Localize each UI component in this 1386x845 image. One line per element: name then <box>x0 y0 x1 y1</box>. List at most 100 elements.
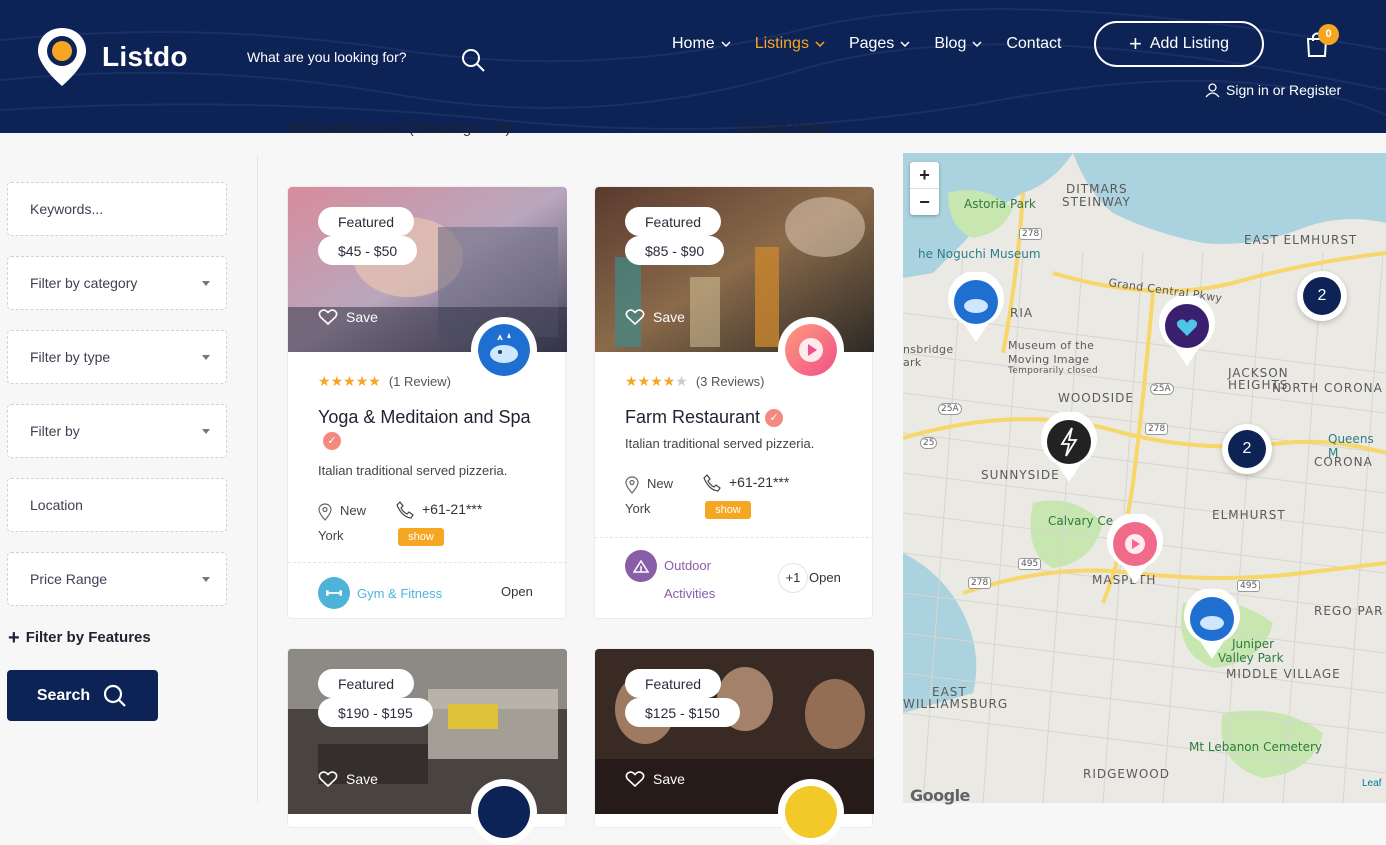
map-marker-lightning[interactable] <box>1039 412 1099 484</box>
highway-shield: 278 <box>1019 228 1043 240</box>
map-label: Museum of the <box>1008 339 1095 352</box>
whale-icon <box>478 324 530 376</box>
card-divider <box>595 537 874 538</box>
map-label: EAST ELMHURST <box>1244 233 1358 247</box>
review-count: (3 Reviews) <box>695 374 765 389</box>
heart-icon <box>318 771 338 788</box>
save-label: Save <box>346 771 378 787</box>
map-label: Calvary Ce <box>1048 514 1114 528</box>
listing-logo[interactable] <box>778 779 844 845</box>
save-label: Save <box>653 309 685 325</box>
price-badge: $85 - $90 <box>625 236 725 265</box>
filter-by-select[interactable]: Filter by <box>7 404 227 458</box>
map-pin-icon <box>318 502 332 521</box>
tent-icon <box>625 550 657 582</box>
save-label: Save <box>653 771 685 787</box>
map-label: Moving Image <box>1008 353 1090 366</box>
save-button[interactable]: Save <box>625 770 685 788</box>
type-select-label: Filter by type <box>30 349 111 365</box>
listing-phone: +61-21*** <box>703 474 789 492</box>
featured-badge: Featured <box>318 669 415 698</box>
dumbbell-icon <box>318 577 350 609</box>
map-label: STEINWAY <box>1062 195 1131 209</box>
category-select[interactable]: Filter by category <box>7 256 227 310</box>
map-label: CORONA <box>1314 455 1373 469</box>
map-label: he Noguchi Museum <box>918 247 1041 261</box>
map-label: RIA <box>1010 306 1034 320</box>
star-icon: ★ <box>637 373 651 389</box>
listing-category[interactable]: Gym & Fitness <box>318 577 442 609</box>
location-placeholder: Location <box>30 497 83 513</box>
featured-badge: Featured <box>625 207 722 236</box>
keywords-input[interactable]: Keywords... <box>7 182 227 236</box>
filter-by-label: Filter by <box>30 423 80 439</box>
sidebar-divider <box>257 155 258 803</box>
map-label: WOODSIDE <box>1058 391 1134 405</box>
listing-logo[interactable] <box>471 779 537 845</box>
price-badge: $45 - $50 <box>318 236 418 265</box>
card-divider <box>288 562 567 563</box>
map-marker-whale[interactable] <box>946 272 1006 344</box>
search-button[interactable]: Search <box>7 670 158 721</box>
listing-location: New York <box>625 471 695 521</box>
listing-title-text: Yoga & Meditaion and Spa <box>318 407 531 427</box>
save-button[interactable]: Save <box>625 308 685 326</box>
price-badge: $125 - $150 <box>625 698 740 727</box>
listing-phone: +61-21*** <box>396 501 482 519</box>
rating: ★ ★ ★ ★ ★ (1 Review) <box>318 373 451 390</box>
listing-logo[interactable] <box>471 317 537 383</box>
listing-card[interactable]: Featured $190 - $195 Save <box>287 648 567 845</box>
highway-shield: 278 <box>1145 423 1169 435</box>
map-marker-heart[interactable] <box>1157 296 1217 368</box>
show-phone-button[interactable]: show <box>705 501 751 519</box>
listing-card[interactable]: Featured $125 - $150 Save <box>594 648 874 845</box>
star-icon: ★ <box>318 373 331 389</box>
star-icon: ★ <box>650 373 663 389</box>
price-range-select[interactable]: Price Range <box>7 552 227 606</box>
phone-text: +61-21*** <box>729 474 790 490</box>
filter-features-toggle[interactable]: + Filter by Features <box>8 628 151 648</box>
leaflet-attribution[interactable]: Leaf <box>1362 778 1381 789</box>
phone-text: +61-21*** <box>422 501 483 517</box>
category-label: Gym & Fitness <box>357 585 443 601</box>
save-button[interactable]: Save <box>318 308 378 326</box>
map-label: Mt Lebanon Cemetery <box>1189 740 1323 754</box>
location-input[interactable]: Location <box>7 478 227 532</box>
map-marker-whale[interactable] <box>1182 589 1242 661</box>
caret-down-icon <box>202 355 210 360</box>
listing-card[interactable]: Featured $45 - $50 Save ★ ★ ★ ★ ★ (1 Review)… <box>287 186 567 619</box>
verified-check-icon: ✓ <box>323 432 341 450</box>
featured-badge: Featured <box>318 207 415 236</box>
listing-title[interactable]: Farm Restaurant ✓ <box>625 407 784 428</box>
heart-icon <box>625 771 645 788</box>
listing-logo[interactable] <box>778 317 844 383</box>
zoom-in-button[interactable]: + <box>910 162 939 188</box>
rating: ★ ★ ★ ★ ★ (3 Reviews) <box>625 373 764 390</box>
save-button[interactable]: Save <box>318 770 378 788</box>
listing-title[interactable]: Yoga & Meditaion and Spa <box>318 407 531 428</box>
search-icon <box>104 684 126 707</box>
listing-card[interactable]: Featured $85 - $90 Save ★ ★ ★ ★ ★ (3 Reviews… <box>594 186 874 619</box>
highway-shield: 495 <box>1018 558 1042 570</box>
map-marker-play[interactable] <box>1105 514 1165 586</box>
half-star-icon: ★ <box>368 373 381 389</box>
map-label: REGO PAR <box>1314 604 1384 618</box>
map-zoom-control: + − <box>910 162 939 215</box>
cluster-count: 2 <box>1228 430 1266 468</box>
star-icon: ★ <box>625 373 638 389</box>
zoom-out-button[interactable]: − <box>910 189 939 215</box>
map-cluster-marker[interactable]: 2 <box>1297 271 1347 321</box>
type-select[interactable]: Filter by type <box>7 330 227 384</box>
map-label: Astoria Park <box>964 197 1036 211</box>
map-label: RIDGEWOOD <box>1083 767 1170 781</box>
star-icon: ★ <box>355 373 369 389</box>
map-label: ark <box>903 356 922 369</box>
cluster-count: 2 <box>1303 277 1341 315</box>
highway-shield: 25A <box>938 403 962 415</box>
listing-category[interactable]: Outdoor Activities <box>625 550 744 608</box>
open-status: Open <box>501 584 533 599</box>
more-categories-badge[interactable]: +1 <box>778 563 808 593</box>
show-phone-button[interactable]: show <box>398 528 444 546</box>
map-cluster-marker[interactable]: 2 <box>1222 424 1272 474</box>
map-label: Temporarily closed <box>1008 366 1098 376</box>
